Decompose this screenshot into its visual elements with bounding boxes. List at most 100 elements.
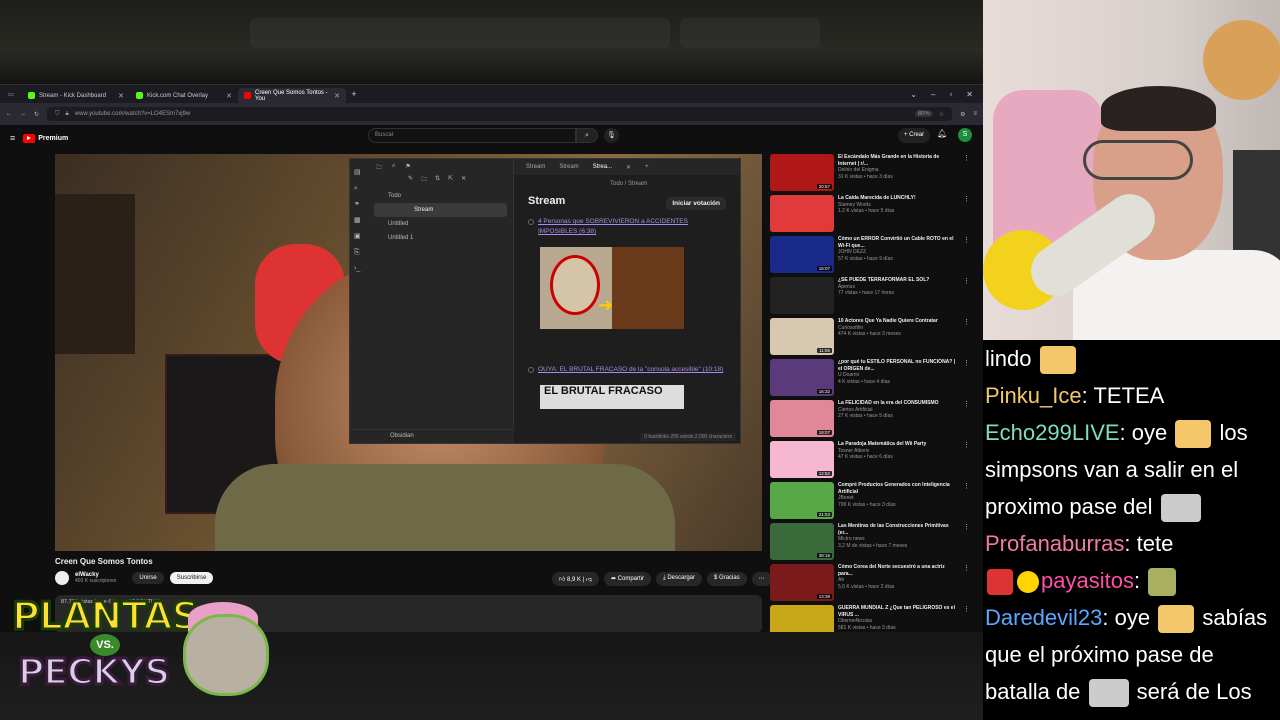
video-info: Cómo Corea del Norte secuestró a una act… [838,564,958,605]
file-item-stream[interactable]: Stream [374,203,507,217]
chat-message: Pinku_Ice: TETEA [985,383,1165,408]
address-bar[interactable]: ⛉ 🔒︎ www.youtube.com/watch?v=LO4ESm7xj9w… [47,107,953,121]
tab-list-icon[interactable]: ⌄ [910,90,917,99]
close-tab-icon[interactable]: ✕ [226,92,232,100]
recommended-video[interactable]: 21:53 Compré Productos Generados con Inte… [770,482,970,523]
video-thumbnail [770,195,834,232]
recommended-video[interactable]: ¿SE PUEDE TERRAFORMAR EL SOL? Aperiux 77 v… [770,277,970,318]
zoom-level[interactable]: 80% [914,111,933,117]
recommended-video[interactable]: 16:07 Cómo un ERROR Convirtió un Cable RO… [770,236,970,277]
start-vote-button[interactable]: Iniciar votación [666,197,726,210]
recommended-video[interactable]: 20:57 El Escándalo Más Grande en la Histo… [770,154,970,195]
video-info: ¿por qué tu ESTILO PERSONAL no FUNCIONA?… [838,359,958,400]
video-info: ¿SE PUEDE TERRAFORMAR EL SOL? Aperiux 77 v… [838,277,958,318]
hamburger-menu-icon[interactable]: ≡ [10,133,15,143]
create-button[interactable]: + Crear [898,128,931,143]
video-background [55,194,135,354]
more-options-icon[interactable]: ⋮ [963,441,970,482]
thumbs-down-icon[interactable]: 👎︎ [586,577,592,583]
thanks-button[interactable]: $ Gracias [707,572,747,586]
bookmark-icon[interactable]: ⚑ [405,163,410,171]
files-icon[interactable]: ▤ [354,165,364,181]
file-item-todo[interactable]: Todo [368,189,513,203]
more-options-icon[interactable]: ⋮ [963,523,970,564]
like-button[interactable]: 👍︎ 8,9 K | 👎︎ [552,572,599,586]
recommended-video[interactable]: 11:55 10 Actores Que Ya Nadie Quiere Cont… [770,318,970,359]
forward-icon[interactable]: → [20,111,26,117]
more-options-icon[interactable]: ⋮ [963,482,970,523]
checkbox[interactable] [528,219,534,225]
graph-icon[interactable]: ⚭ [354,197,364,213]
recommended-video[interactable]: 13:39 Cómo Corea del Norte secuestró a un… [770,564,970,605]
video-thumbnail: 18:07 [770,400,834,437]
search-input[interactable]: Buscar [368,128,576,143]
video-link-2[interactable]: OUYA: EL BRUTAL FRACASO de la "consola a… [538,365,723,375]
channel-avatar[interactable] [55,571,69,585]
more-options-icon[interactable]: ⋮ [963,277,970,318]
new-tab-icon[interactable]: + [645,164,649,170]
search-icon[interactable]: ⌕ [354,181,364,197]
more-options-icon[interactable]: ⋮ [963,400,970,441]
search-icon[interactable]: ⌕ [576,128,598,143]
new-tab-icon[interactable]: + [346,89,362,99]
join-button[interactable]: Unirse [132,572,164,584]
collapse-icon[interactable]: ⇱ [448,175,453,189]
minimize-icon[interactable]: – [931,90,935,99]
new-note-icon[interactable]: ✎ [408,175,413,189]
search-icon[interactable]: ⌕ [392,163,395,171]
recommended-video[interactable]: La Caída Marecida de LUNCHLY! Stamey Word… [770,195,970,236]
subscribe-button[interactable]: Suscribirse [169,572,214,584]
kick-favicon-icon [136,92,143,99]
avatar[interactable]: S [958,128,972,142]
tab-youtube-video[interactable]: Creen Que Somos Tontos - You ✕ [238,88,346,103]
close-tab-icon[interactable]: ✕ [118,92,124,100]
emote-icon [1175,420,1212,449]
extensions-icon[interactable]: ⚙ [960,111,965,118]
more-options-icon[interactable]: ⋮ [963,359,970,400]
file-item-untitled-1[interactable]: Untitled 1 [368,231,513,245]
sidebar-toggle-icon[interactable]: ▭ [0,91,22,98]
more-options-icon[interactable]: ⋮ [963,564,970,605]
more-options-icon[interactable]: ⋮ [963,318,970,359]
chat-text: tete [1136,531,1174,556]
sort-icon[interactable]: ⇅ [435,175,440,189]
more-options-icon[interactable]: ⋮ [963,236,970,277]
recommended-video[interactable]: 38:16 Las Mentiras de las Construcciones … [770,523,970,564]
more-actions-icon[interactable]: ⋯ [751,572,772,586]
checkbox[interactable] [528,367,534,373]
obsidian-tab[interactable]: Stream [526,164,545,170]
canvas-icon[interactable]: ▦ [354,213,364,229]
obsidian-tab[interactable]: Stream [559,164,578,170]
obsidian-tab-active[interactable]: Strea... [593,164,612,170]
download-button[interactable]: ⤓ Descargar [656,572,703,586]
youtube-logo[interactable]: Premium [23,133,68,143]
close-tab-icon[interactable]: ✕ [334,92,340,100]
more-options-icon[interactable]: ⋮ [963,195,970,236]
more-options-icon[interactable]: ⋮ [963,154,970,195]
close-icon[interactable]: ✕ [461,175,466,189]
terminal-icon[interactable]: ›_ [354,261,364,277]
new-folder-icon[interactable]: 🗀︎ [421,175,427,189]
folder-icon[interactable]: 🗀︎ [376,163,382,171]
share-button[interactable]: ➦ Compartir [603,572,651,586]
tab-kick-chat-overlay[interactable]: Kick.com Chat Overlay ✕ [130,88,238,103]
close-window-icon[interactable]: ✕ [966,90,973,99]
maximize-icon[interactable]: ▫ [949,90,952,99]
bookmark-star-icon[interactable]: ☆ [939,111,944,118]
tab-kick-dashboard[interactable]: Stream - Kick Dashboard ✕ [22,88,130,103]
vault-name[interactable]: Obsidian [350,429,514,443]
recommended-video[interactable]: 12:52 La Paradoja Matemática del Wii Part… [770,441,970,482]
video-link-1[interactable]: 4 Personas que SOBREVIVIERON a ACCIDENTE… [538,217,726,237]
close-icon[interactable]: ✕ [626,164,631,171]
templates-icon[interactable]: ⎘ [354,245,364,261]
file-item-untitled[interactable]: Untitled [368,217,513,231]
notifications-bell-icon[interactable]: 🔔︎ [937,129,947,138]
recommended-video[interactable]: 18:07 La FELICIDAD en la era del CONSUMIS… [770,400,970,441]
recommended-video[interactable]: 16:32 ¿por qué tu ESTILO PERSONAL no FUNC… [770,359,970,400]
microphone-icon[interactable]: 🎙︎ [604,128,619,143]
duration-badge: 18:07 [816,430,832,435]
back-icon[interactable]: ← [6,111,12,117]
reload-icon[interactable]: ↻ [34,111,39,118]
calendar-icon[interactable]: ▣ [354,229,364,245]
menu-icon[interactable]: ≡ [973,111,977,117]
